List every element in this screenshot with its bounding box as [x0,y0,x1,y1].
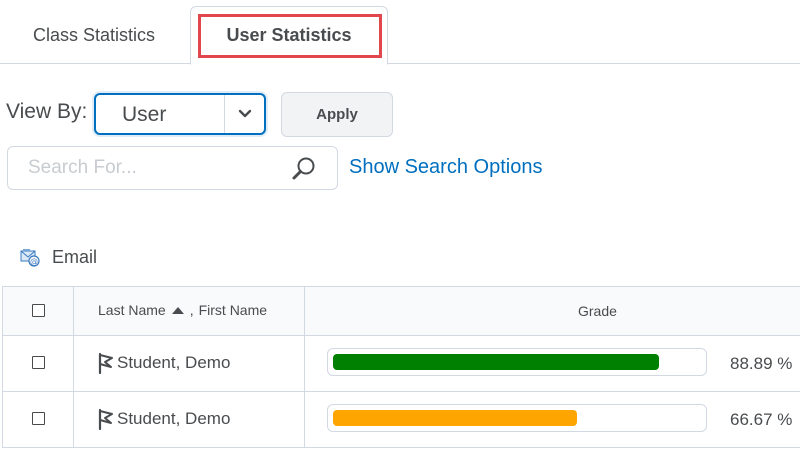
search-input[interactable] [28,155,278,181]
column-divider [73,287,74,335]
grade-percent: 66.67 % [730,410,793,429]
sort-first-name-link[interactable]: First Name [199,302,267,318]
email-label: Email [52,246,98,267]
tab-class-statistics[interactable]: Class Statistics [0,6,188,64]
tab-bar: Class Statistics User Statistics [0,0,800,65]
table-row: Student, Demo 66.67 % [2,392,800,448]
view-by-label: View By: [6,100,88,123]
magnifier-icon[interactable] [291,156,317,182]
apply-button[interactable]: Apply [281,92,393,137]
grade-bar-fill [333,410,577,426]
grade-column-header: Grade [578,303,617,319]
table-row: Student, Demo 88.89 % [2,336,800,392]
email-icon: @ [20,249,40,267]
tab-class-statistics-label: Class Statistics [32,24,156,45]
grade-bar [327,348,707,376]
row-checkbox[interactable] [32,356,45,369]
name-column-header: Last Name , First Name [98,302,267,318]
view-by-selected-value: User [122,103,167,126]
column-divider [73,336,74,391]
chevron-down-icon[interactable] [226,95,264,133]
column-divider [304,336,305,391]
student-name[interactable]: Student, Demo [117,409,230,429]
select-all-checkbox[interactable] [32,304,45,317]
search-box [7,146,338,190]
name-separator: , [189,302,194,318]
student-name[interactable]: Student, Demo [117,353,230,373]
row-checkbox[interactable] [32,412,45,425]
column-divider [304,392,305,447]
select-divider [224,95,225,133]
student-name-cell: Student, Demo [97,408,230,430]
table-header: Last Name , First Name Grade [2,286,800,336]
flag-icon [98,408,113,430]
email-button[interactable]: @ Email [20,245,97,269]
view-by-select[interactable]: User [94,93,266,135]
sort-ascending-icon [171,306,184,314]
student-name-cell: Student, Demo [97,352,230,374]
grade-bar [327,404,707,432]
column-divider [304,287,305,335]
show-search-options-link[interactable]: Show Search Options [349,156,542,179]
grade-percent: 88.89 % [730,354,793,373]
grade-bar-fill [333,354,659,370]
flag-icon [98,352,113,374]
svg-text:@: @ [30,257,38,266]
sort-last-name-link[interactable]: Last Name [98,302,166,318]
tab-user-statistics-label: User Statistics [226,25,352,45]
tab-user-statistics[interactable]: User Statistics [190,6,388,65]
column-divider [73,392,74,447]
